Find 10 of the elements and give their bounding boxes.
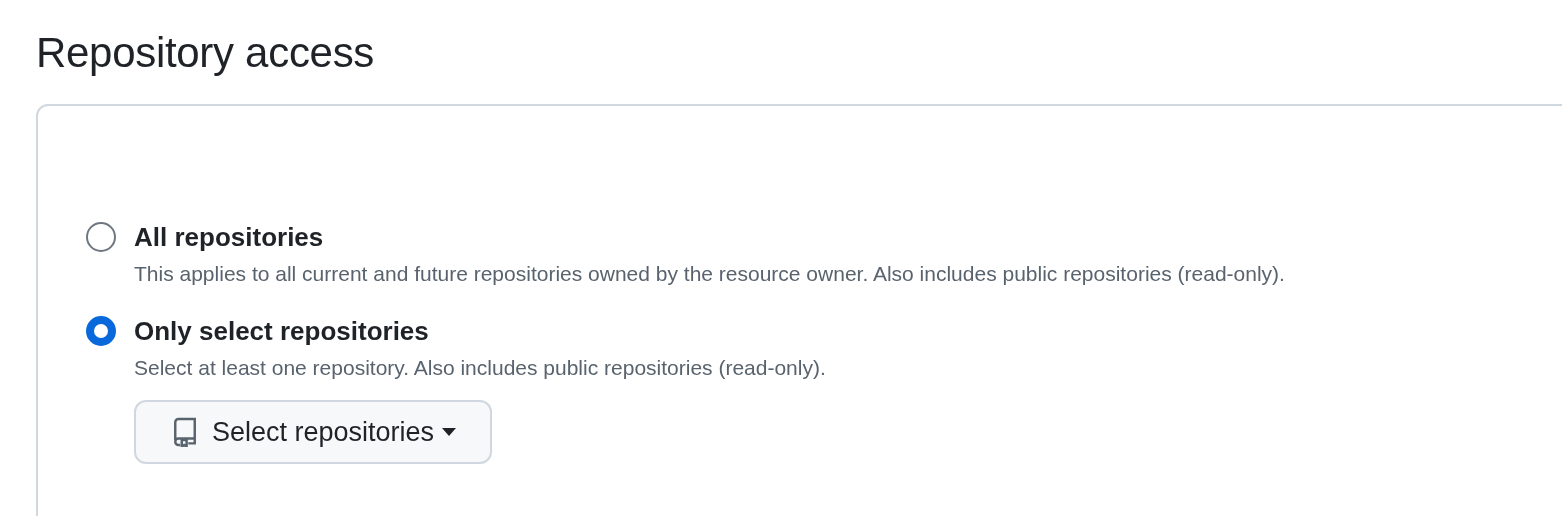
option-description: This applies to all current and future repositories owned by the resource owner. Also includes public repositories (read-only). <box>134 261 1286 287</box>
section-title: Repository access <box>36 28 376 78</box>
caret-icon <box>442 428 457 436</box>
radio-button[interactable] <box>86 316 116 346</box>
repository-icon <box>172 417 198 447</box>
option-label: Only select repositories <box>134 315 430 348</box>
option-description: Select at least one repository. Also includes public repositories (read-only). <box>134 355 827 381</box>
select-repositories-button[interactable]: Select repositories <box>134 400 493 464</box>
radio-button[interactable] <box>86 222 116 252</box>
option-label: All repositories <box>134 221 325 254</box>
